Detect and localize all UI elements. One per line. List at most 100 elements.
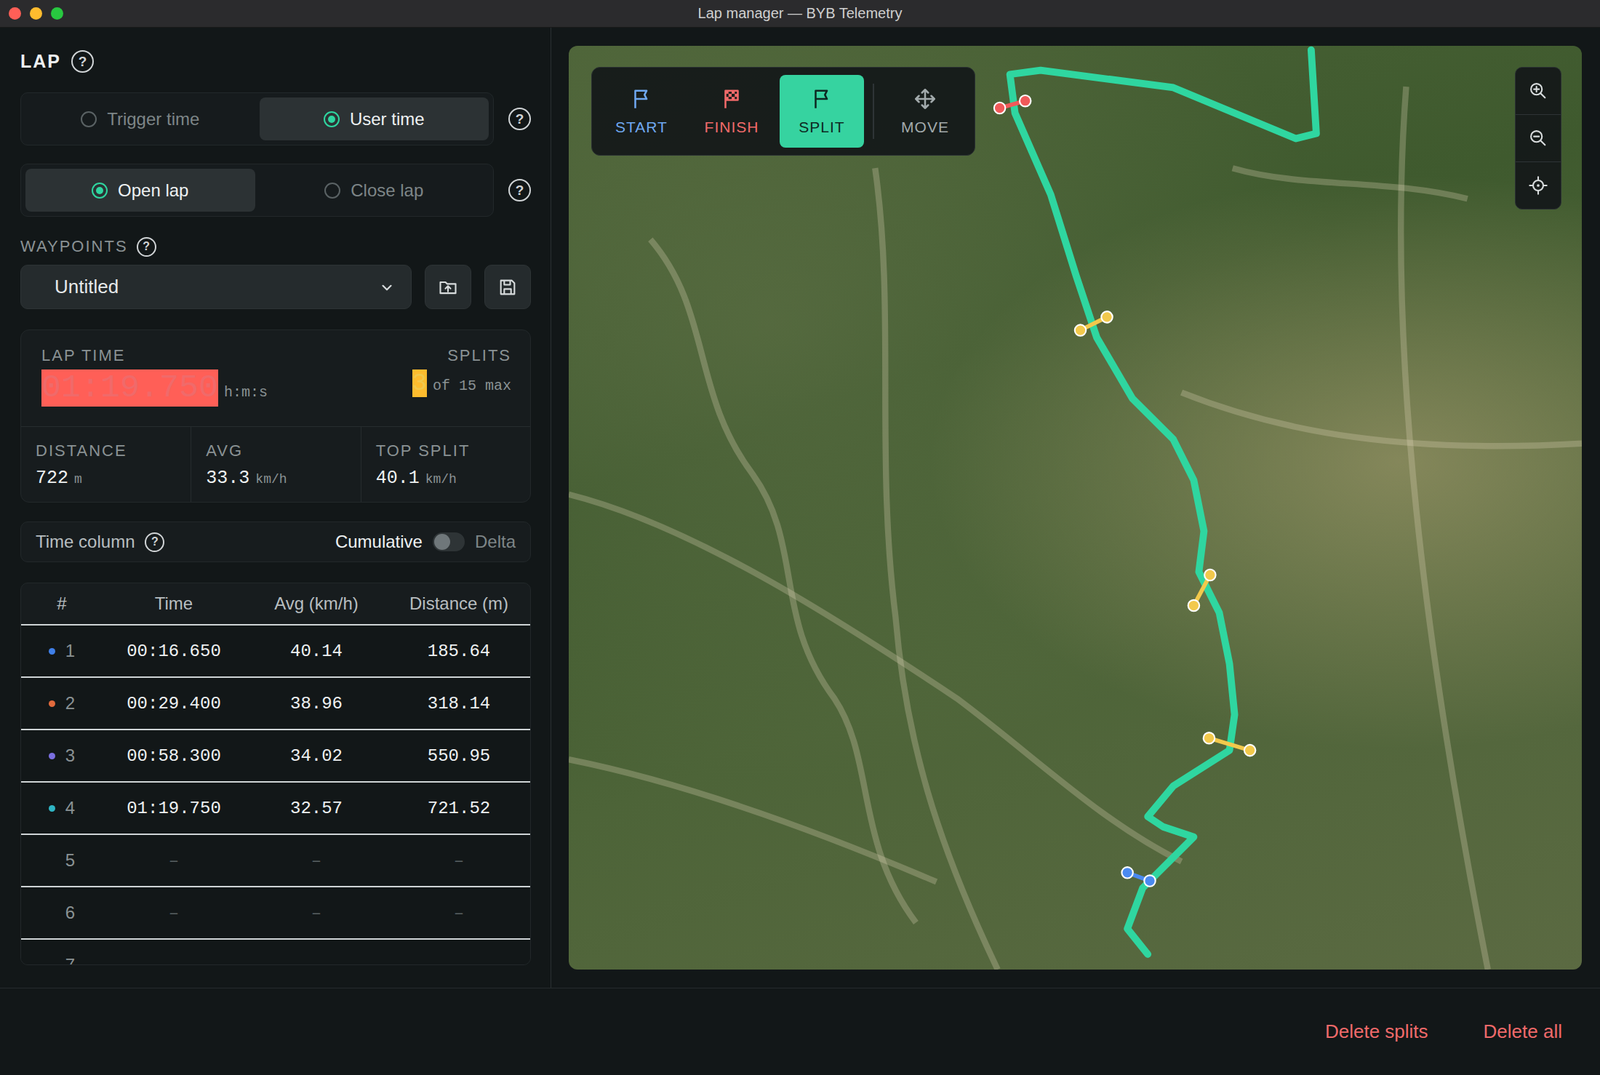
zoom-in-button[interactable] (1515, 67, 1561, 115)
stat-number: 33.3 (205, 467, 250, 489)
save-button[interactable] (484, 264, 531, 310)
help-icon[interactable]: ? (144, 532, 165, 552)
locate-button[interactable] (1515, 161, 1561, 209)
time-source-option[interactable]: User time (259, 97, 490, 141)
track-line (1010, 50, 1317, 955)
table-row[interactable]: 100:16.65040.14185.64 (21, 624, 531, 677)
stat-number: 40.1 (376, 467, 420, 489)
column-header: # (21, 593, 103, 614)
split-color-dot (48, 700, 56, 707)
table-row[interactable]: 401:19.75032.57721.52 (21, 781, 531, 834)
radio-icon (323, 111, 340, 128)
column-header: Distance (m) (387, 593, 531, 614)
waypoint-marker[interactable] (1121, 866, 1155, 887)
map-tool-button[interactable]: START (599, 74, 684, 148)
row-number: 1 (21, 640, 103, 662)
table-row[interactable]: 5––– (21, 833, 531, 886)
track-layer (568, 45, 1582, 970)
help-icon[interactable]: ? (71, 50, 94, 73)
lap-time: LAP TIME01:19.750h:m:s (41, 346, 268, 415)
zoom-button[interactable] (50, 7, 64, 20)
stat: AVG33.3km/h (190, 426, 360, 502)
time-cell: – (102, 850, 246, 871)
tool-label: START (615, 118, 668, 136)
close-button[interactable] (8, 7, 22, 20)
save-icon (497, 277, 518, 298)
map-tool-button[interactable]: MOVE (882, 74, 968, 148)
delete-button[interactable]: Delete all (1483, 1020, 1563, 1043)
avg-cell: 38.96 (245, 693, 388, 714)
stat-unit: km/h (425, 472, 457, 487)
distance-cell: – (387, 903, 531, 923)
table-row[interactable]: 7––– (21, 938, 531, 966)
waypoint-marker[interactable] (1074, 311, 1113, 336)
avg-cell: 40.14 (245, 641, 388, 662)
option-label: Trigger time (106, 109, 200, 130)
table-header: #TimeAvg (km/h)Distance (m) (21, 583, 531, 624)
table-row[interactable]: 300:58.30034.02550.95 (21, 728, 531, 782)
time-column-row: Time column?CumulativeDelta (20, 521, 531, 563)
row-number: 7 (21, 954, 103, 966)
footer-bar: Delete splits Delete all (0, 987, 1600, 1075)
map-tool-button[interactable]: FINISH (689, 74, 774, 148)
stat-unit: km/h (255, 472, 287, 487)
lap-time-unit: h:m:s (224, 384, 268, 401)
delete-button[interactable]: Delete splits (1325, 1020, 1429, 1043)
waypoint-marker[interactable] (1188, 569, 1216, 611)
open-button[interactable] (424, 264, 472, 310)
option-label: Close lap (350, 180, 424, 201)
time-column-toggle[interactable] (432, 532, 465, 552)
row-number: 6 (21, 902, 103, 923)
delta-label[interactable]: Delta (474, 531, 516, 552)
help-icon[interactable]: ? (136, 237, 157, 257)
stat-unit: m (74, 472, 83, 487)
time-source-option[interactable]: Trigger time (25, 97, 256, 141)
row-number: 5 (21, 850, 103, 871)
waypoints-header: WAYPOINTS? (20, 237, 531, 256)
stat-value: 40.1 km/h (376, 467, 518, 489)
lap-label: LAP (20, 50, 62, 72)
split-color-dot (48, 648, 56, 655)
column-header: Avg (km/h) (245, 593, 388, 614)
splits-count: SPLITS 3of 15 max (412, 346, 512, 415)
road-line (1400, 86, 1488, 970)
table-row[interactable]: 6––– (21, 885, 531, 939)
lap-mode-option[interactable]: Close lap (259, 168, 490, 212)
zoom-in-icon (1528, 80, 1549, 102)
lap-time-section: LAP TIME01:19.750h:m:s SPLITS 3of 15 max (21, 330, 531, 427)
road-line (874, 168, 998, 970)
waypoints-dropdown[interactable]: Untitled (20, 264, 412, 310)
splits-value: 3of 15 max (412, 369, 512, 398)
option-label: User time (349, 109, 425, 130)
waypoint-marker[interactable] (994, 95, 1032, 114)
zoom-out-button[interactable] (1515, 114, 1561, 162)
map[interactable]: START FINISHSPLITMOVE (568, 45, 1582, 970)
cumulative-label[interactable]: Cumulative (335, 531, 423, 552)
map-tool-button[interactable]: SPLIT (779, 74, 864, 148)
stat-value: 33.3 km/h (205, 467, 347, 489)
time-source-control: Trigger time User time (20, 92, 494, 146)
checkered-flag-icon (719, 86, 744, 112)
avg-cell: – (245, 850, 388, 871)
help-icon[interactable]: ? (508, 178, 531, 202)
lap-mode-control: Open lap Close lap (20, 163, 494, 217)
table-row[interactable]: 200:29.40038.96318.14 (21, 676, 531, 729)
lap-mode-option[interactable]: Open lap (25, 168, 256, 212)
waypoint-marker[interactable] (1203, 732, 1256, 756)
dropdown-value: Untitled (54, 275, 379, 299)
time-cell: 00:29.400 (102, 693, 246, 714)
move-icon (912, 86, 938, 112)
main-area: LAP? Trigger time User time? Open lap Close … (0, 27, 1600, 988)
splits-max: of 15 max (432, 377, 512, 395)
time-cell: 00:58.300 (102, 746, 246, 766)
stat-label: TOP SPLIT (376, 441, 518, 461)
avg-cell: 32.57 (245, 798, 388, 819)
chevron-down-icon (378, 279, 395, 296)
column-header: Time (102, 593, 246, 614)
zoom-controls (1514, 66, 1562, 210)
flag-icon (629, 86, 654, 112)
splits-label: SPLITS (447, 346, 512, 366)
flag-icon (809, 86, 835, 112)
help-icon[interactable]: ? (508, 107, 531, 131)
minimize-button[interactable] (29, 7, 43, 20)
